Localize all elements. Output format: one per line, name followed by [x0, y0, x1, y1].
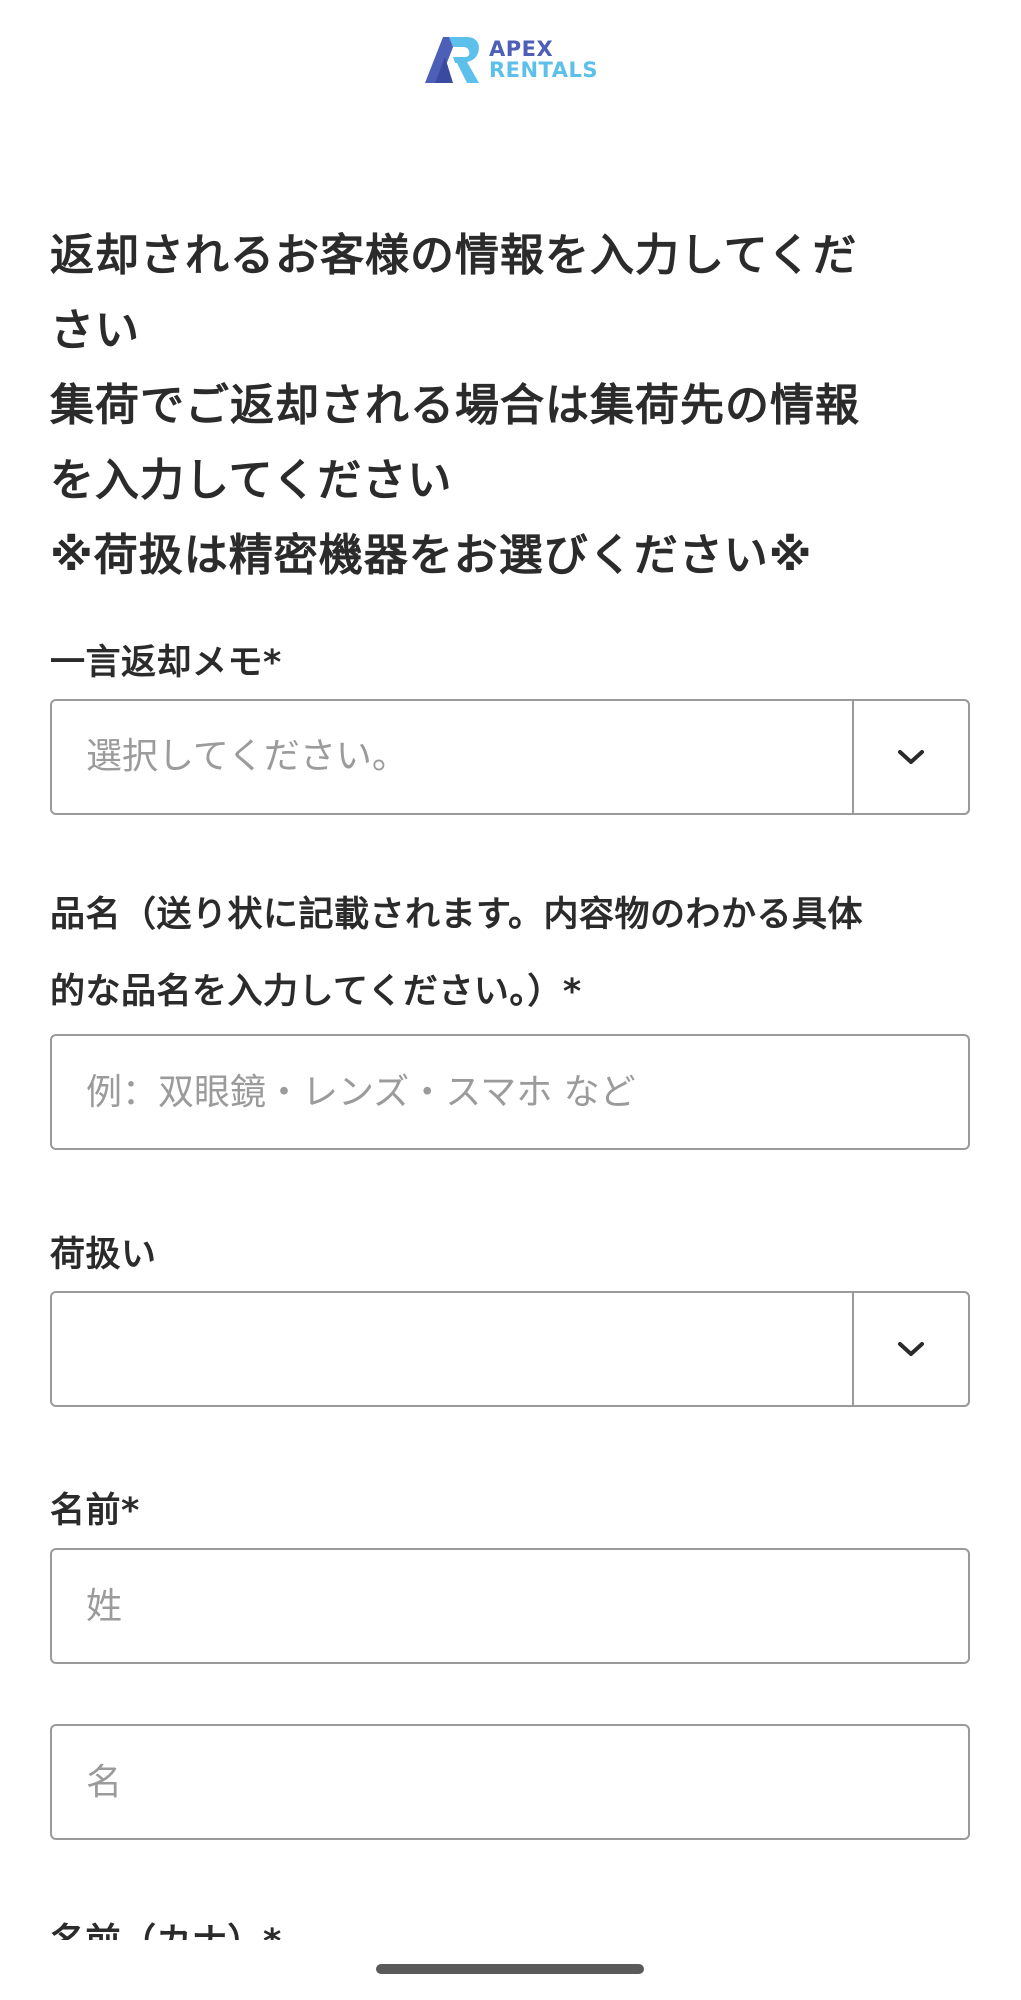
- app-header: APEX RENTALS: [0, 34, 1021, 86]
- instruction-line: ※荷扱は精密機器をお選びください※: [50, 530, 813, 581]
- home-indicator[interactable]: [376, 1964, 644, 1974]
- logo-line-apex: APEX: [488, 37, 554, 61]
- handling-select[interactable]: [50, 1291, 970, 1407]
- item-name-label-line2: 的な品名を入力してください。）*: [50, 972, 582, 1012]
- first-name-field[interactable]: [50, 1724, 970, 1840]
- instruction-line: を入力してください: [50, 455, 453, 506]
- logo-line-rentals: RENTALS: [488, 58, 599, 82]
- memo-select[interactable]: 選択してください。: [50, 699, 970, 815]
- memo-label: 一言返却メモ*: [50, 643, 282, 683]
- form-instructions: 返却されるお客様の情報を入力してくだ さい 集荷でご返却される場合は集荷先の情報…: [50, 218, 970, 593]
- memo-select-toggle[interactable]: [852, 699, 970, 815]
- logo-wordmark: APEX RENTALS: [489, 39, 598, 81]
- memo-select-placeholder: 選択してください。: [86, 736, 408, 777]
- handling-label: 荷扱い: [50, 1235, 157, 1275]
- apex-rentals-logo[interactable]: APEX RENTALS: [423, 35, 598, 85]
- last-name-field[interactable]: [50, 1548, 970, 1664]
- item-name-input[interactable]: [52, 1036, 968, 1148]
- name-kana-label: 名前（カナ）*: [50, 1913, 980, 1940]
- apex-rentals-logo-icon: [424, 37, 479, 83]
- last-name-input[interactable]: [52, 1550, 968, 1662]
- chevron-down-icon: [898, 1342, 924, 1356]
- chevron-down-icon: [898, 750, 924, 764]
- item-name-label-line1: 品名（送り状に記載されます。内容物のわかる具体: [50, 895, 864, 935]
- first-name-input[interactable]: [52, 1726, 968, 1838]
- instruction-line: 集荷でご返却される場合は集荷先の情報: [50, 380, 860, 431]
- handling-select-toggle[interactable]: [852, 1291, 970, 1407]
- instruction-line: さい: [50, 305, 140, 356]
- item-name-label: 品名（送り状に記載されます。内容物のわかる具体 的な品名を入力してください。）*: [50, 877, 980, 1031]
- name-label: 名前*: [50, 1491, 140, 1531]
- item-name-field[interactable]: [50, 1034, 970, 1150]
- name-kana-label-clip: 名前（カナ）*: [0, 1905, 1021, 1940]
- instruction-line: 返却されるお客様の情報を入力してくだ: [50, 230, 858, 281]
